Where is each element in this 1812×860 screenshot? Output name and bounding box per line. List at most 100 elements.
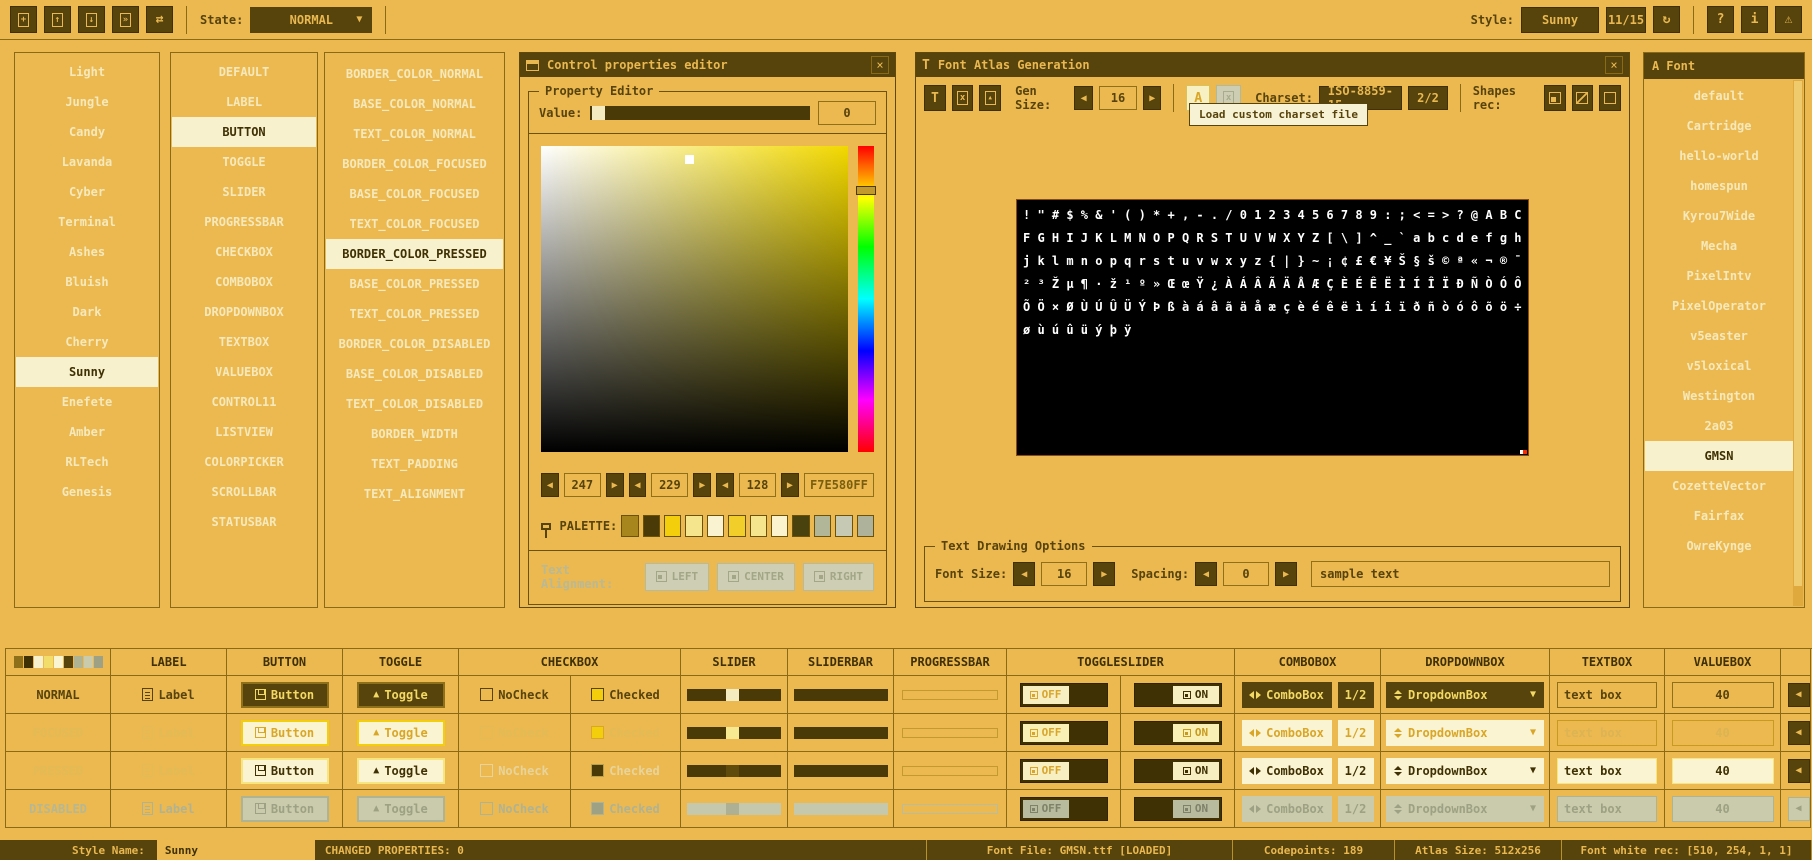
control-item[interactable]: TEXTBOX xyxy=(171,327,317,357)
font-item[interactable]: CozetteVector xyxy=(1644,471,1794,501)
gen-size-value[interactable]: 16 xyxy=(1099,86,1137,110)
theme-item[interactable]: Cyber xyxy=(15,177,159,207)
gen-size-decrease-button[interactable]: ◀ xyxy=(1074,86,1092,110)
color-saturation-value-panel[interactable] xyxy=(541,146,848,452)
preview-toggle-normal[interactable]: ▲Toggle xyxy=(343,676,459,714)
control-item[interactable]: DROPDOWNBOX xyxy=(171,297,317,327)
preview-button-pressed[interactable]: Button xyxy=(227,752,343,790)
green-value[interactable]: 229 xyxy=(651,473,688,497)
preview-checkbox-checked-normal[interactable]: Checked xyxy=(571,676,681,714)
property-item[interactable]: TEXT_PADDING xyxy=(325,449,504,479)
preview-spinner-partial-normal[interactable]: ◀ xyxy=(1781,676,1811,714)
preview-slider-pressed[interactable] xyxy=(681,752,788,790)
property-item[interactable]: BORDER_COLOR_DISABLED xyxy=(325,329,504,359)
palette-swatch[interactable] xyxy=(814,515,831,537)
font-item[interactable]: Fairfax xyxy=(1644,501,1794,531)
theme-item[interactable]: Bluish xyxy=(15,267,159,297)
property-item[interactable]: BORDER_COLOR_FOCUSED xyxy=(325,149,504,179)
gen-size-increase-button[interactable]: ▶ xyxy=(1143,86,1161,110)
blue-value[interactable]: 128 xyxy=(739,473,776,497)
preview-valuebox-focused[interactable]: 40 xyxy=(1665,714,1781,752)
control-item[interactable]: DEFAULT xyxy=(171,57,317,87)
palette-swatch[interactable] xyxy=(685,515,702,537)
font-atlas-titlebar[interactable]: T Font Atlas Generation × xyxy=(916,53,1629,77)
preview-toggleslider-on-pressed[interactable]: ON xyxy=(1121,752,1235,790)
font-item[interactable]: Mecha xyxy=(1644,231,1794,261)
load-style-button[interactable]: ↑ xyxy=(44,6,71,33)
shapes-rec-outline-button[interactable] xyxy=(1599,85,1621,111)
property-item[interactable]: TEXT_COLOR_DISABLED xyxy=(325,389,504,419)
hue-handle[interactable] xyxy=(856,186,876,195)
theme-item[interactable]: Lavanda xyxy=(15,147,159,177)
spacing-decrease-button[interactable]: ◀ xyxy=(1195,562,1217,586)
preview-valuebox-normal[interactable]: 40 xyxy=(1665,676,1781,714)
font-item[interactable]: v5easter xyxy=(1644,321,1794,351)
font-item-selected[interactable]: GMSN xyxy=(1645,441,1793,471)
color-cursor[interactable] xyxy=(685,155,694,164)
palette-swatch[interactable] xyxy=(835,515,852,537)
preview-checkbox-checked-focused[interactable]: Checked xyxy=(571,714,681,752)
property-item-selected[interactable]: BORDER_COLOR_PRESSED xyxy=(326,239,503,269)
preview-toggle-pressed[interactable]: ▲Toggle xyxy=(343,752,459,790)
theme-item[interactable]: Genesis xyxy=(15,477,159,507)
green-decrease-button[interactable]: ◀ xyxy=(629,473,647,497)
export-atlas-image-button[interactable]: ▴ xyxy=(979,85,1001,111)
theme-item[interactable]: Ashes xyxy=(15,237,159,267)
preview-dropdownbox-pressed[interactable]: DropdownBox▼ xyxy=(1381,752,1550,790)
preview-toggleslider-on-focused[interactable]: ON xyxy=(1121,714,1235,752)
font-item[interactable]: hello-world xyxy=(1644,141,1794,171)
export-style-button[interactable]: » xyxy=(112,6,139,33)
style-name-field[interactable]: Sunny xyxy=(157,840,315,860)
unload-font-button[interactable]: x xyxy=(952,85,974,111)
font-size-value[interactable]: 16 xyxy=(1041,562,1087,586)
font-item[interactable]: Cartridge xyxy=(1644,111,1794,141)
property-item[interactable]: TEXT_COLOR_FOCUSED xyxy=(325,209,504,239)
theme-item[interactable]: Candy xyxy=(15,117,159,147)
theme-item[interactable]: Terminal xyxy=(15,207,159,237)
reload-style-button[interactable]: ↻ xyxy=(1653,6,1680,33)
preview-textbox-normal[interactable]: text box xyxy=(1550,676,1665,714)
font-item[interactable]: v5loxical xyxy=(1644,351,1794,381)
font-item[interactable]: Kyrou7Wide xyxy=(1644,201,1794,231)
control-item[interactable]: LABEL xyxy=(171,87,317,117)
hex-color-field[interactable]: F7E580FF xyxy=(804,473,874,497)
control-item[interactable]: STATUSBAR xyxy=(171,507,317,537)
red-increase-button[interactable]: ▶ xyxy=(606,473,624,497)
control-item[interactable]: COLORPICKER xyxy=(171,447,317,477)
theme-item[interactable]: Dark xyxy=(15,297,159,327)
slider-handle[interactable] xyxy=(726,689,739,701)
preview-button-focused[interactable]: Button xyxy=(227,714,343,752)
control-item[interactable]: CONTROL11 xyxy=(171,387,317,417)
control-item[interactable]: TOGGLE xyxy=(171,147,317,177)
preview-sliderbar-pressed[interactable] xyxy=(788,752,894,790)
control-item[interactable]: COMBOBOX xyxy=(171,267,317,297)
preview-combobox-normal[interactable]: ComboBox1/2 xyxy=(1235,676,1381,714)
control-item[interactable]: PROGRESSBAR xyxy=(171,207,317,237)
green-increase-button[interactable]: ▶ xyxy=(693,473,711,497)
theme-item-selected[interactable]: Sunny xyxy=(16,357,158,387)
property-item[interactable]: TEXT_COLOR_NORMAL xyxy=(325,119,504,149)
preview-button-normal[interactable]: Button xyxy=(227,676,343,714)
theme-item[interactable]: Cherry xyxy=(15,327,159,357)
control-item[interactable]: SCROLLBAR xyxy=(171,477,317,507)
preview-toggleslider-off-normal[interactable]: OFF xyxy=(1007,676,1121,714)
font-item[interactable]: PixelOperator xyxy=(1644,291,1794,321)
randomize-style-button[interactable]: ⇄ xyxy=(146,6,173,33)
font-list-scrollbar[interactable] xyxy=(1793,80,1803,606)
property-item[interactable]: TEXT_ALIGNMENT xyxy=(325,479,504,509)
preview-spinner-partial-pressed[interactable]: ◀ xyxy=(1781,752,1811,790)
palette-swatch[interactable] xyxy=(707,515,724,537)
font-text-button[interactable]: T xyxy=(924,85,946,111)
preview-checkbox-unchecked-focused[interactable]: NoCheck xyxy=(459,714,571,752)
close-font-atlas-button[interactable]: × xyxy=(1605,56,1623,74)
preview-dropdownbox-normal[interactable]: DropdownBox▼ xyxy=(1381,676,1550,714)
theme-item[interactable]: Enefete xyxy=(15,387,159,417)
red-value[interactable]: 247 xyxy=(564,473,601,497)
font-item[interactable]: PixelIntv xyxy=(1644,261,1794,291)
font-size-decrease-button[interactable]: ◀ xyxy=(1013,562,1035,586)
theme-item[interactable]: Light xyxy=(15,57,159,87)
shapes-rec-slash-button[interactable] xyxy=(1572,85,1594,111)
preview-slider-normal[interactable] xyxy=(681,676,788,714)
palette-swatch[interactable] xyxy=(750,515,767,537)
property-item[interactable]: BORDER_WIDTH xyxy=(325,419,504,449)
